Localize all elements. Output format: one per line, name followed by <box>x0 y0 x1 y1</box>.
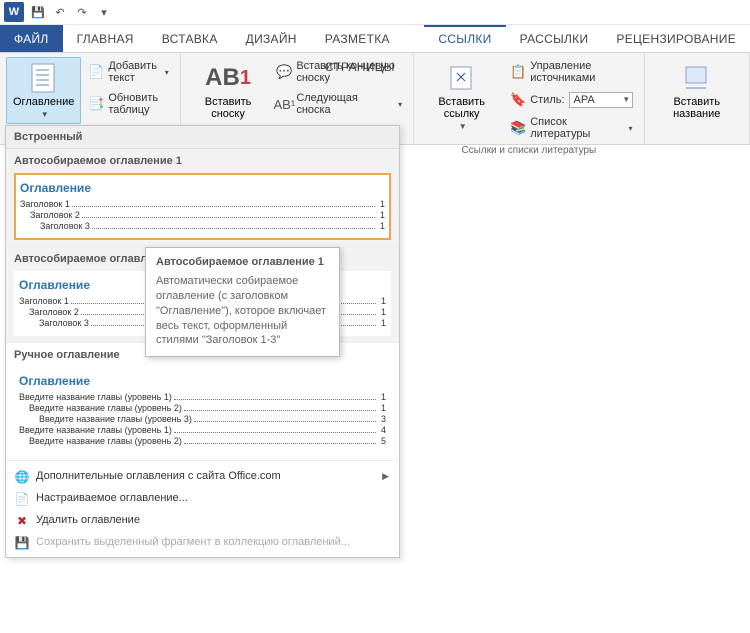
next-footnote-icon: AB¹ <box>276 96 292 112</box>
style-selector[interactable]: 🔖 Стиль: APA <box>505 89 637 111</box>
dd-save-selection: 💾 Сохранить выделенный фрагмент в коллек… <box>6 531 399 553</box>
preview-title: Оглавление <box>19 374 386 388</box>
toc-icon <box>28 62 60 94</box>
style-icon: 🔖 <box>510 92 526 108</box>
add-text-label: Добавить текст <box>108 60 158 84</box>
tooltip: Автособираемое оглавление 1 Автоматическ… <box>145 247 340 357</box>
dd-custom-toc[interactable]: 📄 Настраиваемое оглавление... <box>6 487 399 509</box>
tab-home[interactable]: ГЛАВНАЯ <box>63 25 148 52</box>
save-selection-icon: 💾 <box>14 535 30 551</box>
tab-layout[interactable]: РАЗМЕТКА СТРАНИЦЫ <box>311 25 425 52</box>
tab-file[interactable]: ФАЙЛ <box>0 25 63 52</box>
ribbon-tabs: ФАЙЛ ГЛАВНАЯ ВСТАВКА ДИЗАЙН РАЗМЕТКА СТР… <box>0 25 750 53</box>
next-footnote-label: Следующая сноска <box>296 92 392 116</box>
toc-preview-manual[interactable]: Оглавление Введите название главы (урове… <box>14 367 391 454</box>
chevron-down-icon: ▼ <box>459 122 467 131</box>
next-footnote-button[interactable]: AB¹ Следующая сноска▾ <box>271 89 407 119</box>
insert-endnote-button[interactable]: 💬 Вставить концевую сноску <box>271 57 407 87</box>
biblio-label: Список литературы <box>530 116 622 140</box>
tab-insert[interactable]: ВСТАВКА <box>148 25 232 52</box>
insert-caption-label: Вставить название <box>658 96 736 120</box>
qat-save[interactable]: 💾 <box>30 4 46 20</box>
tooltip-title: Автособираемое оглавление 1 <box>156 256 329 268</box>
tab-mailings[interactable]: РАССЫЛКИ <box>506 25 603 52</box>
qat-customize[interactable]: ▾ <box>96 4 112 20</box>
toc-button[interactable]: Оглавление ▼ <box>6 57 81 124</box>
qat-undo[interactable]: ↶ <box>52 4 68 20</box>
dd-manual-section[interactable]: Ручное оглавление Оглавление Введите наз… <box>6 343 399 461</box>
add-text-button[interactable]: 📄 Добавить текст▾ <box>83 57 173 87</box>
add-text-icon: 📄 <box>88 64 104 80</box>
group-label-citation: Ссылки и списки литературы <box>420 143 637 156</box>
tooltip-body: Автоматически собираемое оглавление (с з… <box>156 274 329 348</box>
update-label: Обновить таблицу <box>108 92 168 116</box>
group-citation: Вставить ссылку ▼ 📋 Управление источника… <box>414 53 644 144</box>
dd-auto1-title: Автособираемое оглавление 1 <box>14 155 391 167</box>
insert-footnote-label: Вставить сноску <box>194 96 263 120</box>
citation-icon <box>446 62 478 94</box>
dd-auto1-section[interactable]: Автособираемое оглавление 1 Оглавление З… <box>6 149 399 247</box>
remove-toc-icon: ✖ <box>14 513 30 529</box>
insert-endnote-label: Вставить концевую сноску <box>296 60 402 84</box>
update-table-button[interactable]: 📑 Обновить таблицу <box>83 89 173 119</box>
endnote-icon: 💬 <box>276 64 292 80</box>
insert-citation-label: Вставить ссылку <box>427 96 496 120</box>
bibliography-button[interactable]: 📚 Список литературы▾ <box>505 113 637 143</box>
biblio-icon: 📚 <box>510 120 526 136</box>
chevron-down-icon: ▼ <box>41 110 49 119</box>
title-bar: W 💾 ↶ ↷ ▾ <box>0 0 750 25</box>
word-app-icon: W <box>4 2 24 22</box>
group-caption: Вставить название <box>645 53 750 144</box>
dd-more-office[interactable]: 🌐 Дополнительные оглавления с сайта Offi… <box>6 465 399 487</box>
manage-sources-icon: 📋 <box>510 64 526 80</box>
preview-title: Оглавление <box>20 181 385 195</box>
chevron-right-icon: ▶ <box>382 471 389 482</box>
manage-sources-button[interactable]: 📋 Управление источниками <box>505 57 637 87</box>
manage-sources-label: Управление источниками <box>530 60 632 84</box>
dd-remove-toc[interactable]: ✖ Удалить оглавление <box>6 509 399 531</box>
qat-redo[interactable]: ↷ <box>74 4 90 20</box>
toc-label: Оглавление <box>13 96 74 108</box>
caption-icon <box>681 62 713 94</box>
tab-review[interactable]: РЕЦЕНЗИРОВАНИЕ <box>602 25 750 52</box>
dd-menu: 🌐 Дополнительные оглавления с сайта Offi… <box>6 461 399 557</box>
insert-citation-button[interactable]: Вставить ссылку ▼ <box>420 57 503 136</box>
update-icon: 📑 <box>88 96 104 112</box>
dd-header-builtin: Встроенный <box>6 126 399 149</box>
custom-toc-icon: 📄 <box>14 491 30 507</box>
style-combo[interactable]: APA <box>569 92 633 108</box>
toc-preview-auto1[interactable]: Оглавление Заголовок 11 Заголовок 21 Заг… <box>14 173 391 240</box>
insert-caption-button[interactable]: Вставить название <box>651 57 743 125</box>
tab-design[interactable]: ДИЗАЙН <box>232 25 311 52</box>
office-icon: 🌐 <box>14 469 30 485</box>
footnote-icon: AB1 <box>212 62 244 94</box>
style-lbl: Стиль: <box>530 94 564 106</box>
tab-references[interactable]: ССЫЛКИ <box>424 25 505 52</box>
insert-footnote-button[interactable]: AB1 Вставить сноску <box>187 57 270 125</box>
